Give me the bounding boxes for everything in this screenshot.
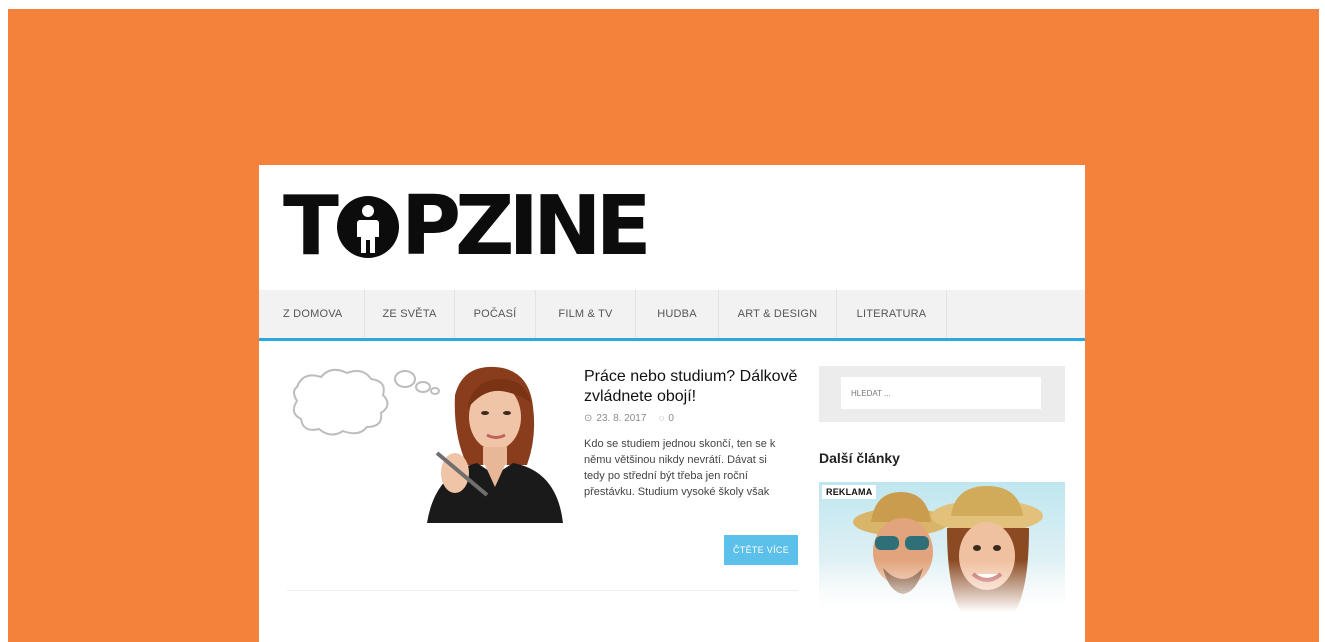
website-preview: T PZINE Z DOMOVA ZE SVĚTA POČASÍ FILM & … [259, 165, 1085, 642]
promo-background: T PZINE Z DOMOVA ZE SVĚTA POČASÍ FILM & … [8, 9, 1319, 642]
logo-letters-rest: PZINE [400, 179, 652, 274]
nav-item-film-tv[interactable]: FILM & TV [536, 290, 636, 338]
article-title[interactable]: Práce nebo studium? Dálkově zvládnete ob… [584, 367, 804, 407]
read-more-button[interactable]: ČTĚTE VÍCE [724, 535, 798, 565]
ad-label: REKLAMA [822, 485, 877, 499]
ad-banner[interactable]: REKLAMA [819, 482, 1065, 612]
nav-item-z-domova[interactable]: Z DOMOVA [259, 290, 365, 338]
article-meta: ⊙ 23. 8. 2017 ◌ 0 [584, 413, 804, 424]
logo-letter-t: T [283, 179, 339, 274]
article-excerpt: Kdo se studiem jednou skončí, ten se k n… [584, 438, 776, 498]
clock-icon: ⊙ [584, 413, 593, 424]
thinking-woman-illustration [292, 366, 563, 523]
nav-item-literatura[interactable]: LITERATURA [837, 290, 947, 338]
featured-article: Práce nebo studium? Dálkově zvládnete ob… [584, 367, 804, 500]
article-date: 23. 8. 2017 [596, 413, 647, 424]
nav-item-ze-sveta[interactable]: ZE SVĚTA [365, 290, 455, 338]
nav-item-art-design[interactable]: ART & DESIGN [719, 290, 837, 338]
couple-selfie-image [819, 482, 1065, 612]
site-logo[interactable]: T PZINE [283, 179, 652, 274]
search-input[interactable] [841, 377, 1041, 409]
sidebar-heading: Další články [819, 450, 900, 466]
article-thumbnail[interactable] [287, 365, 563, 523]
comment-bubble-icon: ◌ [658, 413, 665, 424]
nav-item-pocasi[interactable]: POČASÍ [455, 290, 536, 338]
search-widget [819, 366, 1065, 422]
person-circle-icon [336, 196, 399, 258]
divider [287, 590, 798, 591]
main-nav: Z DOMOVA ZE SVĚTA POČASÍ FILM & TV HUDBA… [259, 290, 1085, 341]
nav-item-hudba[interactable]: HUDBA [636, 290, 719, 338]
article-comment-count[interactable]: 0 [668, 413, 674, 424]
